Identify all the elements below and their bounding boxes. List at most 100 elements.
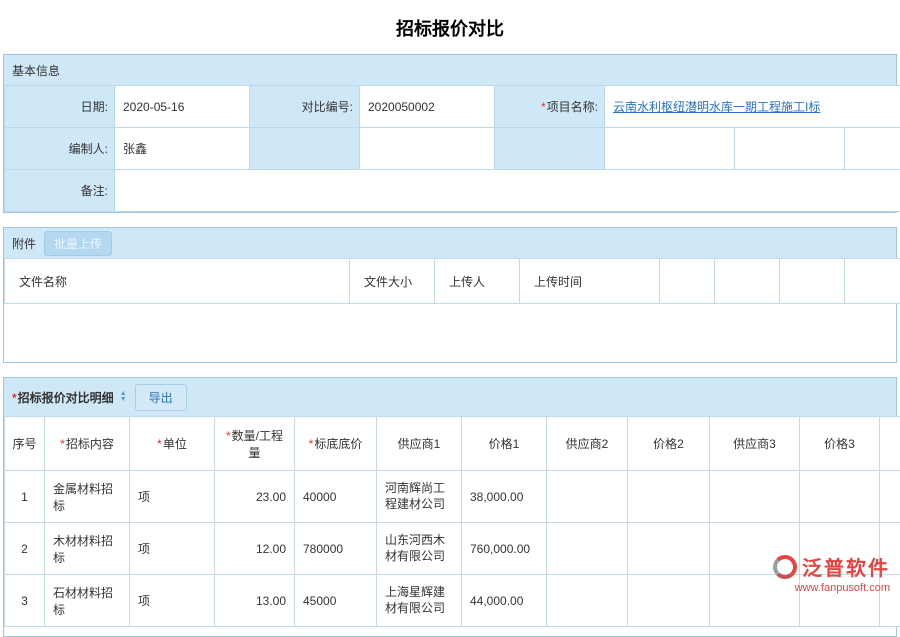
export-button[interactable]: 导出 bbox=[135, 384, 187, 411]
form-row-date: 日期: 2020-05-16 对比编号: 2020050002 *项目名称: 云… bbox=[5, 86, 900, 128]
attachments-header: 附件 批量上传 bbox=[4, 228, 896, 258]
brand-name: 泛普软件 bbox=[802, 552, 890, 581]
empty-column-header bbox=[780, 259, 845, 304]
brand-url: www.fanpusoft.com bbox=[773, 582, 890, 594]
col-supplier2: 供应商2 bbox=[547, 417, 628, 471]
required-mark: * bbox=[12, 391, 17, 405]
col-base-price-label: 标底底价 bbox=[314, 437, 362, 451]
required-mark: * bbox=[541, 100, 546, 114]
cell-supplier1: 河南辉尚工程建材公司 bbox=[377, 471, 462, 523]
col-upload-time: 上传时间 bbox=[520, 259, 660, 304]
col-price2: 价格2 bbox=[628, 417, 710, 471]
cell-base-price: 40000 bbox=[295, 471, 377, 523]
fanpu-logo-icon bbox=[773, 555, 797, 579]
col-content: *招标内容 bbox=[45, 417, 130, 471]
form-row-creator: 编制人: 张鑫 bbox=[5, 128, 900, 170]
basic-info-title: 基本信息 bbox=[12, 62, 60, 79]
bid-comparison-page: 招标报价对比 基本信息 日期: 2020-05-16 对比编号: 2020050… bbox=[0, 0, 900, 637]
required-mark: * bbox=[309, 437, 314, 451]
creator-value: 张鑫 bbox=[115, 128, 250, 170]
col-qty-label: 数量/工程量 bbox=[232, 429, 283, 460]
attachments-header-row: 文件名称 文件大小 上传人 上传时间 bbox=[5, 259, 900, 304]
cell-price1: 38,000.00 bbox=[462, 471, 547, 523]
date-value: 2020-05-16 bbox=[115, 86, 250, 128]
col-uploader: 上传人 bbox=[435, 259, 520, 304]
cell-supplier2 bbox=[547, 523, 628, 575]
sort-down-arrow: ▼ bbox=[120, 397, 127, 403]
sort-icon[interactable]: ▲▼ bbox=[120, 391, 127, 403]
empty-column-header bbox=[845, 259, 900, 304]
project-label: *项目名称: bbox=[495, 86, 605, 128]
brand-row: 泛普软件 bbox=[773, 552, 890, 581]
required-mark: * bbox=[226, 429, 231, 443]
cell-price1: 760,000.00 bbox=[462, 523, 547, 575]
cell-supplier2 bbox=[547, 471, 628, 523]
cell-supplier2 bbox=[547, 575, 628, 627]
basic-info-header: 基本信息 bbox=[4, 55, 896, 85]
cell-price1: 44,000.00 bbox=[462, 575, 547, 627]
cell-supplier1: 上海星辉建材有限公司 bbox=[377, 575, 462, 627]
cell-content: 木材材料招标 bbox=[45, 523, 130, 575]
cell-seq: 1 bbox=[5, 471, 45, 523]
basic-info-section: 基本信息 日期: 2020-05-16 对比编号: 2020050002 *项目… bbox=[3, 54, 897, 213]
col-supplier3: 供应商3 bbox=[710, 417, 800, 471]
attachments-table: 文件名称 文件大小 上传人 上传时间 bbox=[4, 258, 900, 304]
date-label: 日期: bbox=[5, 86, 115, 128]
empty-label-cell bbox=[250, 128, 360, 170]
col-seq: 序号 bbox=[5, 417, 45, 471]
empty-value-cell bbox=[735, 128, 845, 170]
detail-section: *招标报价对比明细 ▲▼ 导出 序号 *招标内容 *单位 *数量/工程量 *标底… bbox=[3, 377, 897, 637]
cell-unit: 项 bbox=[130, 523, 215, 575]
empty-column-header bbox=[880, 417, 900, 471]
table-row: 3 石材材料招标 项 13.00 45000 上海星辉建材有限公司 44,000… bbox=[5, 575, 900, 627]
required-mark: * bbox=[157, 437, 162, 451]
required-mark: * bbox=[60, 437, 65, 451]
project-value-cell: 云南水利枢纽潜明水库一期工程施工I标 bbox=[605, 86, 900, 128]
compare-no-label: 对比编号: bbox=[250, 86, 360, 128]
table-row: 2 木材材料招标 项 12.00 780000 山东河西木材有限公司 760,0… bbox=[5, 523, 900, 575]
remark-label: 备注: bbox=[5, 170, 115, 212]
cell-qty: 12.00 bbox=[215, 523, 295, 575]
creator-label: 编制人: bbox=[5, 128, 115, 170]
attachments-empty-area bbox=[4, 304, 896, 362]
batch-upload-button[interactable]: 批量上传 bbox=[44, 231, 112, 256]
empty-value-cell bbox=[605, 128, 735, 170]
cell-qty: 23.00 bbox=[215, 471, 295, 523]
empty-column-header bbox=[660, 259, 715, 304]
col-content-label: 招标内容 bbox=[66, 437, 114, 451]
col-file-name: 文件名称 bbox=[5, 259, 350, 304]
detail-title: *招标报价对比明细 bbox=[12, 389, 114, 406]
cell-price2 bbox=[628, 471, 710, 523]
table-row: 1 金属材料招标 项 23.00 40000 河南辉尚工程建材公司 38,000… bbox=[5, 471, 900, 523]
col-price1: 价格1 bbox=[462, 417, 547, 471]
detail-bottom-padding bbox=[4, 627, 896, 636]
cell-unit: 项 bbox=[130, 575, 215, 627]
detail-title-text: 招标报价对比明细 bbox=[18, 391, 114, 405]
cell-price2 bbox=[628, 575, 710, 627]
cell-base-price: 780000 bbox=[295, 523, 377, 575]
cell-empty bbox=[880, 471, 900, 523]
detail-header: *招标报价对比明细 ▲▼ 导出 bbox=[4, 378, 896, 416]
empty-label-cell bbox=[495, 128, 605, 170]
cell-base-price: 45000 bbox=[295, 575, 377, 627]
detail-table: 序号 *招标内容 *单位 *数量/工程量 *标底底价 供应商1 价格1 供应商2… bbox=[4, 416, 900, 627]
form-row-remark: 备注: bbox=[5, 170, 900, 212]
cell-supplier1: 山东河西木材有限公司 bbox=[377, 523, 462, 575]
cell-supplier3 bbox=[710, 471, 800, 523]
basic-info-grid: 日期: 2020-05-16 对比编号: 2020050002 *项目名称: 云… bbox=[4, 85, 900, 212]
col-price3: 价格3 bbox=[800, 417, 880, 471]
col-qty: *数量/工程量 bbox=[215, 417, 295, 471]
project-name-link[interactable]: 云南水利枢纽潜明水库一期工程施工I标 bbox=[613, 100, 820, 114]
cell-price3 bbox=[800, 471, 880, 523]
empty-value-cell bbox=[845, 128, 900, 170]
compare-no-value: 2020050002 bbox=[360, 86, 495, 128]
cell-content: 石材材料招标 bbox=[45, 575, 130, 627]
cell-seq: 3 bbox=[5, 575, 45, 627]
col-base-price: *标底底价 bbox=[295, 417, 377, 471]
remark-value bbox=[115, 170, 900, 212]
cell-seq: 2 bbox=[5, 523, 45, 575]
cell-price2 bbox=[628, 523, 710, 575]
detail-header-row: 序号 *招标内容 *单位 *数量/工程量 *标底底价 供应商1 价格1 供应商2… bbox=[5, 417, 900, 471]
page-title: 招标报价对比 bbox=[0, 0, 900, 54]
col-file-size: 文件大小 bbox=[350, 259, 435, 304]
